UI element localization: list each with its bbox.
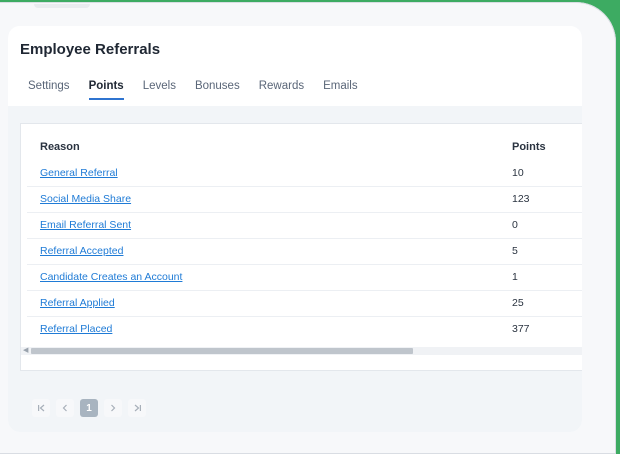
horizontal-scrollbar[interactable]: ◀ (21, 347, 582, 355)
column-header-reason: Reason (40, 141, 80, 153)
table-row: Social Media Share 123 (27, 187, 582, 213)
reason-link[interactable]: General Referral (40, 167, 118, 179)
last-page-icon (134, 404, 141, 412)
reason-link[interactable]: Referral Applied (40, 297, 115, 309)
tab-levels[interactable]: Levels (143, 80, 176, 99)
first-page-icon (37, 404, 44, 412)
page-title: Employee Referrals (20, 41, 161, 58)
next-page-icon (111, 404, 116, 412)
previous-page-icon (62, 404, 67, 412)
last-page-button[interactable] (128, 399, 146, 417)
tab-rewards[interactable]: Rewards (259, 80, 304, 99)
scroll-left-icon[interactable]: ◀ (23, 347, 28, 355)
tab-bar: Settings Points Levels Bonuses Rewards E… (28, 80, 377, 100)
reason-link[interactable]: Referral Accepted (40, 245, 123, 257)
points-table: Reason Points General Referral 10 Social… (20, 123, 582, 371)
table-row: Candidate Creates an Account 1 (27, 265, 582, 291)
scrollbar-thumb[interactable] (31, 348, 413, 354)
tab-points[interactable]: Points (88, 80, 124, 100)
page-header: Employee Referrals Settings Points Level… (8, 26, 582, 106)
table-row: Referral Placed 377 (27, 317, 582, 342)
reason-link[interactable]: Candidate Creates an Account (40, 271, 182, 283)
column-header-points: Points (512, 141, 546, 153)
table-row: Referral Accepted 5 (27, 239, 582, 265)
tablet-frame: Employee Referrals Settings Points Level… (0, 2, 616, 454)
points-value: 123 (512, 193, 530, 205)
device-side-buttons (0, 188, 1, 268)
points-value: 377 (512, 323, 530, 335)
first-page-button[interactable] (32, 399, 50, 417)
tab-bonuses[interactable]: Bonuses (195, 80, 240, 99)
points-value: 1 (512, 271, 518, 283)
device-notch (34, 4, 90, 8)
page-number-button[interactable]: 1 (80, 399, 98, 417)
table-row: Email Referral Sent 0 (27, 213, 582, 239)
pagination: 1 (32, 399, 146, 417)
previous-page-button[interactable] (56, 399, 74, 417)
points-value: 25 (512, 297, 524, 309)
points-value: 5 (512, 245, 518, 257)
reason-link[interactable]: Social Media Share (40, 193, 131, 205)
points-value: 0 (512, 219, 518, 231)
table-row: Referral Applied 25 (27, 291, 582, 317)
tab-settings[interactable]: Settings (28, 80, 70, 99)
reason-link[interactable]: Referral Placed (40, 323, 112, 335)
points-value: 10 (512, 167, 524, 179)
reason-link[interactable]: Email Referral Sent (40, 219, 131, 231)
tab-emails[interactable]: Emails (323, 80, 358, 99)
table-row: General Referral 10 (27, 161, 582, 187)
app-screen: Employee Referrals Settings Points Level… (8, 26, 582, 432)
next-page-button[interactable] (104, 399, 122, 417)
